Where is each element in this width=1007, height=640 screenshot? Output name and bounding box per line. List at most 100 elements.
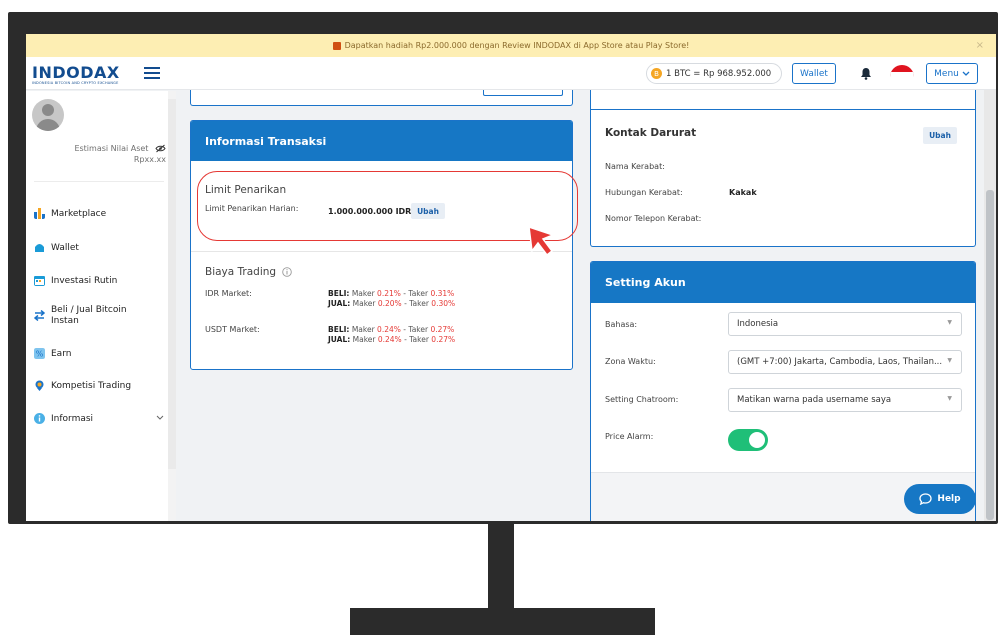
promo-text: Dapatkan hadiah Rp2.000.000 dengan Revie… (344, 41, 690, 50)
promo-banner[interactable]: Dapatkan hadiah Rp2.000.000 dengan Revie… (26, 34, 996, 57)
setting-chatroom-value: Matikan warna pada username saya (737, 395, 892, 405)
percent-icon: % (34, 348, 45, 359)
fee-value: 0.27% (431, 335, 456, 344)
setting-chatroom-select[interactable]: Matikan warna pada username saya ▼ (728, 388, 962, 412)
sidebar-item-informasi[interactable]: Informasi (34, 413, 164, 424)
chat-bubble-icon (919, 493, 933, 505)
sidebar-item-kompetisi-trading[interactable]: Kompetisi Trading (34, 380, 164, 391)
idr-market-label: IDR Market: (205, 289, 252, 298)
taker-label: Taker (408, 325, 429, 334)
biaya-trading-title: Biaya Trading (205, 266, 277, 278)
zona-waktu-label: Zona Waktu: (605, 357, 656, 366)
bahasa-value: Indonesia (737, 319, 779, 329)
zona-waktu-value: (GMT +7:00) Jakarta, Cambodia, Laos, Tha… (737, 357, 943, 367)
previous-card-right (590, 90, 976, 110)
monitor-frame: Dapatkan hadiah Rp2.000.000 dengan Revie… (8, 12, 998, 524)
eye-off-icon[interactable] (155, 144, 166, 153)
sidebar-scrollbar[interactable] (168, 91, 176, 521)
beli-label: BELI: (328, 325, 350, 334)
sidebar-item-earn[interactable]: % Earn (34, 348, 164, 359)
swap-icon (34, 310, 45, 321)
user-avatar[interactable] (32, 99, 64, 131)
language-flag-icon[interactable] (890, 65, 914, 79)
idr-market-fees: BELI: Maker 0.21% - Taker 0.31% JUAL: Ma… (328, 289, 455, 309)
sidebar-item-investasi-rutin[interactable]: Investasi Rutin (34, 275, 164, 286)
info-icon (34, 413, 45, 424)
sidebar-item-label: Beli / Jual Bitcoin Instan (51, 305, 127, 326)
bar-chart-icon (34, 208, 45, 219)
help-button[interactable]: Help (904, 484, 976, 514)
nomor-telepon-label: Nomor Telepon Kerabat: (605, 214, 702, 223)
hamburger-icon[interactable] (144, 67, 160, 79)
section-divider (191, 251, 572, 252)
informasi-transaksi-card: Informasi Transaksi Limit Penarikan Limi… (190, 120, 573, 370)
menu-label: Menu (934, 68, 959, 79)
bell-icon[interactable] (860, 67, 872, 80)
close-icon[interactable]: × (976, 40, 984, 51)
svg-text:%: % (36, 350, 44, 359)
beli-label: BELI: (328, 289, 350, 298)
sidebar-item-beli-jual[interactable]: Beli / Jual Bitcoin Instan (34, 305, 164, 327)
top-navbar: INDODAX INDONESIA BITCOIN AND CRYPTO EXC… (26, 57, 996, 90)
biaya-trading-header: Biaya Trading (205, 266, 292, 278)
kontak-darurat-title: Kontak Darurat (605, 127, 697, 139)
caret-down-icon: ▼ (947, 395, 952, 402)
setting-akun-card: Setting Akun Bahasa: Indonesia ▼ Zona Wa… (590, 261, 976, 521)
menu-button[interactable]: Menu (926, 63, 978, 84)
indodax-logo[interactable]: INDODAX INDONESIA BITCOIN AND CRYPTO EXC… (32, 65, 137, 86)
usdt-market-label: USDT Market: (205, 325, 260, 334)
help-label: Help (937, 494, 961, 504)
monitor-stand-neck (488, 524, 514, 610)
sidebar-scrollbar-thumb[interactable] (168, 99, 176, 469)
monitor-stand-base (350, 608, 655, 635)
bitcoin-icon: B (651, 68, 662, 79)
fee-value: 0.31% (430, 289, 455, 298)
fee-value: 0.24% (377, 335, 402, 344)
btc-rate-pill[interactable]: B 1 BTC = Rp 968.952.000 (646, 63, 783, 84)
card-title: Setting Akun (591, 262, 975, 303)
separator-dash: - (403, 289, 406, 298)
caret-down-icon: ▼ (947, 357, 952, 364)
zona-waktu-select[interactable]: (GMT +7:00) Jakarta, Cambodia, Laos, Tha… (728, 350, 962, 374)
price-alarm-label: Price Alarm: (605, 432, 654, 441)
page-scrollbar[interactable] (984, 90, 996, 521)
sidebar-item-label: Earn (51, 348, 72, 359)
jual-label: JUAL: (328, 299, 351, 308)
usdt-jual-row: JUAL: Maker 0.24% - Taker 0.27% (328, 335, 455, 345)
taker-label: Taker (408, 289, 429, 298)
separator-dash: - (404, 299, 407, 308)
fee-value: 0.30% (431, 299, 456, 308)
kontak-darurat-card: Kontak Darurat Ubah Nama Kerabat: Hubung… (590, 110, 976, 247)
wallet-icon (35, 244, 44, 252)
previous-card-left (190, 90, 573, 106)
bahasa-select[interactable]: Indonesia ▼ (728, 312, 962, 336)
usdt-market-fees: BELI: Maker 0.24% - Taker 0.27% JUAL: Ma… (328, 325, 455, 345)
setting-chatroom-label: Setting Chatroom: (605, 395, 679, 404)
logo-subtitle: INDONESIA BITCOIN AND CRYPTO EXCHANGE (32, 81, 119, 85)
price-alarm-toggle[interactable] (728, 429, 768, 451)
maker-label: Maker (351, 325, 375, 334)
sidebar-item-label: Marketplace (51, 208, 107, 219)
fee-value: 0.27% (430, 325, 455, 334)
fee-value: 0.24% (377, 325, 401, 334)
estimasi-nilai-aset: Estimasi Nilai Aset Rpxx.xx (66, 143, 166, 165)
sidebar-item-wallet[interactable]: Wallet (34, 242, 164, 253)
sidebar-item-label: Wallet (51, 242, 79, 253)
calendar-icon (34, 276, 45, 286)
sidebar-item-label: Kompetisi Trading (51, 380, 132, 391)
sidebar-item-label: Informasi (51, 413, 94, 424)
ubah-kontak-button[interactable]: Ubah (923, 127, 957, 144)
page-scrollbar-thumb[interactable] (986, 190, 994, 520)
maker-label: Maker (351, 289, 375, 298)
fee-value: 0.21% (377, 289, 401, 298)
chevron-down-icon[interactable] (156, 415, 164, 421)
wallet-button[interactable]: Wallet (792, 63, 836, 84)
sidebar-item-marketplace[interactable]: Marketplace (34, 208, 164, 219)
sidebar: Estimasi Nilai Aset Rpxx.xx Marketplace (26, 91, 176, 521)
btc-rate-text: 1 BTC = Rp 968.952.000 (666, 68, 772, 79)
chevron-down-icon (962, 71, 970, 76)
info-icon[interactable] (282, 267, 292, 277)
bahasa-label: Bahasa: (605, 320, 638, 329)
separator-dash: - (403, 325, 406, 334)
hubungan-kerabat-value: Kakak (729, 188, 757, 197)
